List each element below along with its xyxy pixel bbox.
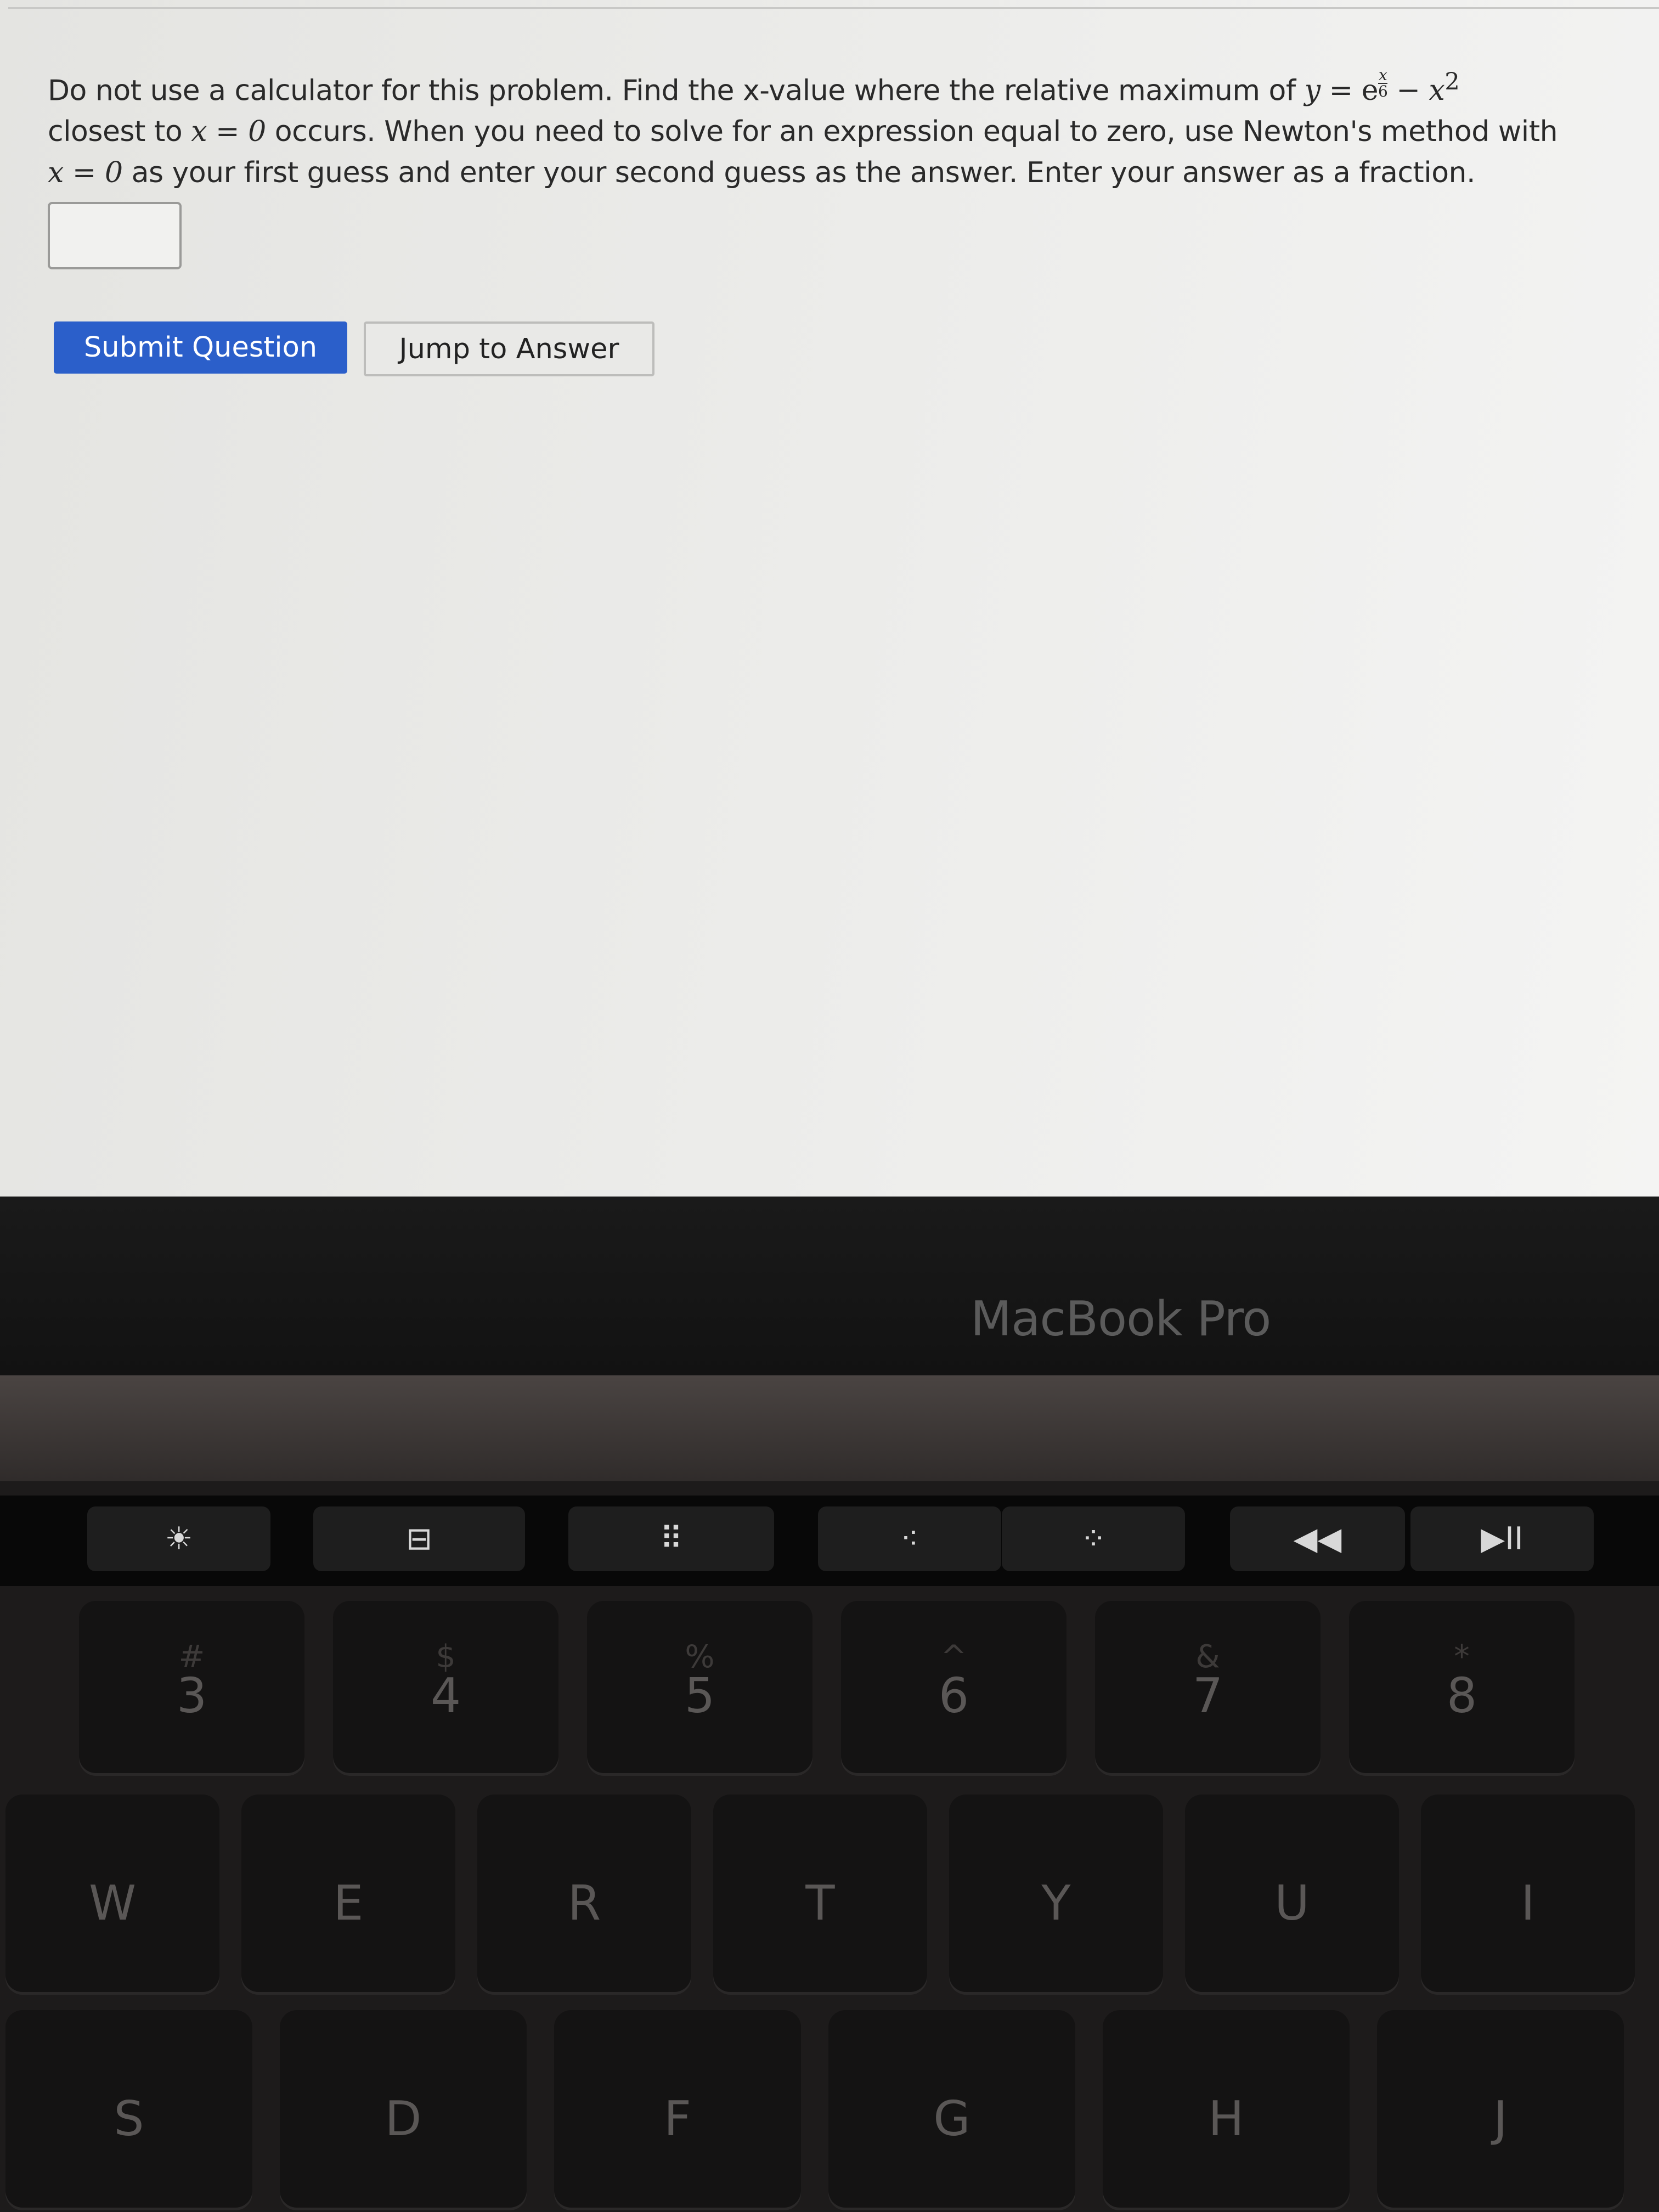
browser-page: Do not use a calculator for this problem… <box>0 0 1659 1199</box>
key-4[interactable]: $4 <box>333 1601 558 1773</box>
play-pause-touchbar-button[interactable]: ▶II <box>1410 1506 1594 1571</box>
key-label: T <box>805 1875 835 1931</box>
key-8[interactable]: * 8 <box>1349 1601 1575 1773</box>
key-label: I <box>1521 1875 1535 1931</box>
key-d[interactable]: D <box>280 2010 527 2208</box>
key-e[interactable]: E <box>241 1795 455 1992</box>
laptop-hinge <box>0 1375 1659 1488</box>
key-label: 6 <box>938 1667 969 1724</box>
rewind-touchbar-button[interactable]: ◀◀ <box>1230 1506 1405 1571</box>
key-y[interactable]: Y <box>949 1795 1163 1992</box>
answer-input[interactable] <box>48 202 182 269</box>
keyboard-brightness-up-touchbar-button[interactable]: ⁘ <box>1002 1506 1185 1571</box>
key-label: H <box>1208 2091 1244 2147</box>
key-label: 7 <box>1192 1667 1223 1724</box>
launchpad-icon: ⠿ <box>659 1521 683 1557</box>
brightness-up-touchbar-button[interactable]: ☀ <box>87 1506 270 1571</box>
brightness-up-icon: ☀ <box>165 1521 193 1557</box>
math-x-eq-0: x = 0 <box>48 156 123 190</box>
key-label: F <box>663 2091 692 2147</box>
keyboard-brightness-up-icon: ⁘ <box>1080 1521 1107 1557</box>
key-label: R <box>567 1875 601 1931</box>
play-pause-icon: ▶II <box>1481 1521 1523 1557</box>
key-label: 3 <box>176 1667 207 1724</box>
key-label: G <box>933 2091 970 2147</box>
key-s[interactable]: S <box>5 2010 252 2208</box>
mission-control-icon: ⊟ <box>406 1521 432 1557</box>
key-j[interactable]: J <box>1377 2010 1624 2208</box>
mission-control-touchbar-button[interactable]: ⊟ <box>313 1506 525 1571</box>
macbook-logo-text: MacBook Pro <box>970 1291 1271 1347</box>
key-u[interactable]: U <box>1185 1795 1399 1992</box>
key-t[interactable]: T <box>713 1795 927 1992</box>
jump-to-answer-button[interactable]: Jump to Answer <box>364 321 654 376</box>
key-label: 5 <box>684 1667 715 1724</box>
screen-bezel <box>0 1197 1659 1377</box>
key-label: J <box>1493 2091 1508 2147</box>
key-w[interactable]: W <box>5 1795 219 1992</box>
key-label: 8 <box>1446 1667 1477 1724</box>
function-expression: y = ex6 − x2 <box>1304 66 1460 108</box>
key-5[interactable]: % 5 <box>587 1601 812 1773</box>
key-label: S <box>114 2091 144 2147</box>
key-g[interactable]: G <box>828 2010 1075 2208</box>
question-line2b: occurs. When you need to solve for an ex… <box>266 115 1558 149</box>
rewind-icon: ◀◀ <box>1293 1521 1342 1557</box>
key-label: W <box>88 1875 137 1931</box>
key-h[interactable]: H <box>1103 2010 1350 2208</box>
question-line1: Do not use a calculator for this problem… <box>48 74 1305 108</box>
key-6[interactable]: ^ 6 <box>841 1601 1066 1773</box>
key-7[interactable]: & 7 <box>1095 1601 1321 1773</box>
key-f[interactable]: F <box>554 2010 801 2208</box>
question-line2: closest to <box>48 115 191 149</box>
key-r[interactable]: R <box>477 1795 691 1992</box>
key-label: U <box>1274 1875 1310 1931</box>
key-label: D <box>385 2091 422 2147</box>
key-label: E <box>333 1875 364 1931</box>
key-i[interactable]: I <box>1421 1795 1635 1992</box>
question-line3: as your first guess and enter your secon… <box>122 156 1476 190</box>
math-x-eq-0: x = 0 <box>191 115 266 149</box>
keyboard-brightness-down-icon: ⁖ <box>900 1521 919 1557</box>
key-3[interactable]: #3 <box>79 1601 304 1773</box>
launchpad-touchbar-button[interactable]: ⠿ <box>568 1506 774 1571</box>
key-label: 4 <box>430 1667 461 1724</box>
keyboard-brightness-down-touchbar-button[interactable]: ⁖ <box>818 1506 1001 1571</box>
question-text: Do not use a calculator for this problem… <box>48 62 1650 194</box>
submit-question-button[interactable]: Submit Question <box>54 321 347 374</box>
key-label: Y <box>1041 1875 1071 1931</box>
divider <box>8 0 1659 9</box>
